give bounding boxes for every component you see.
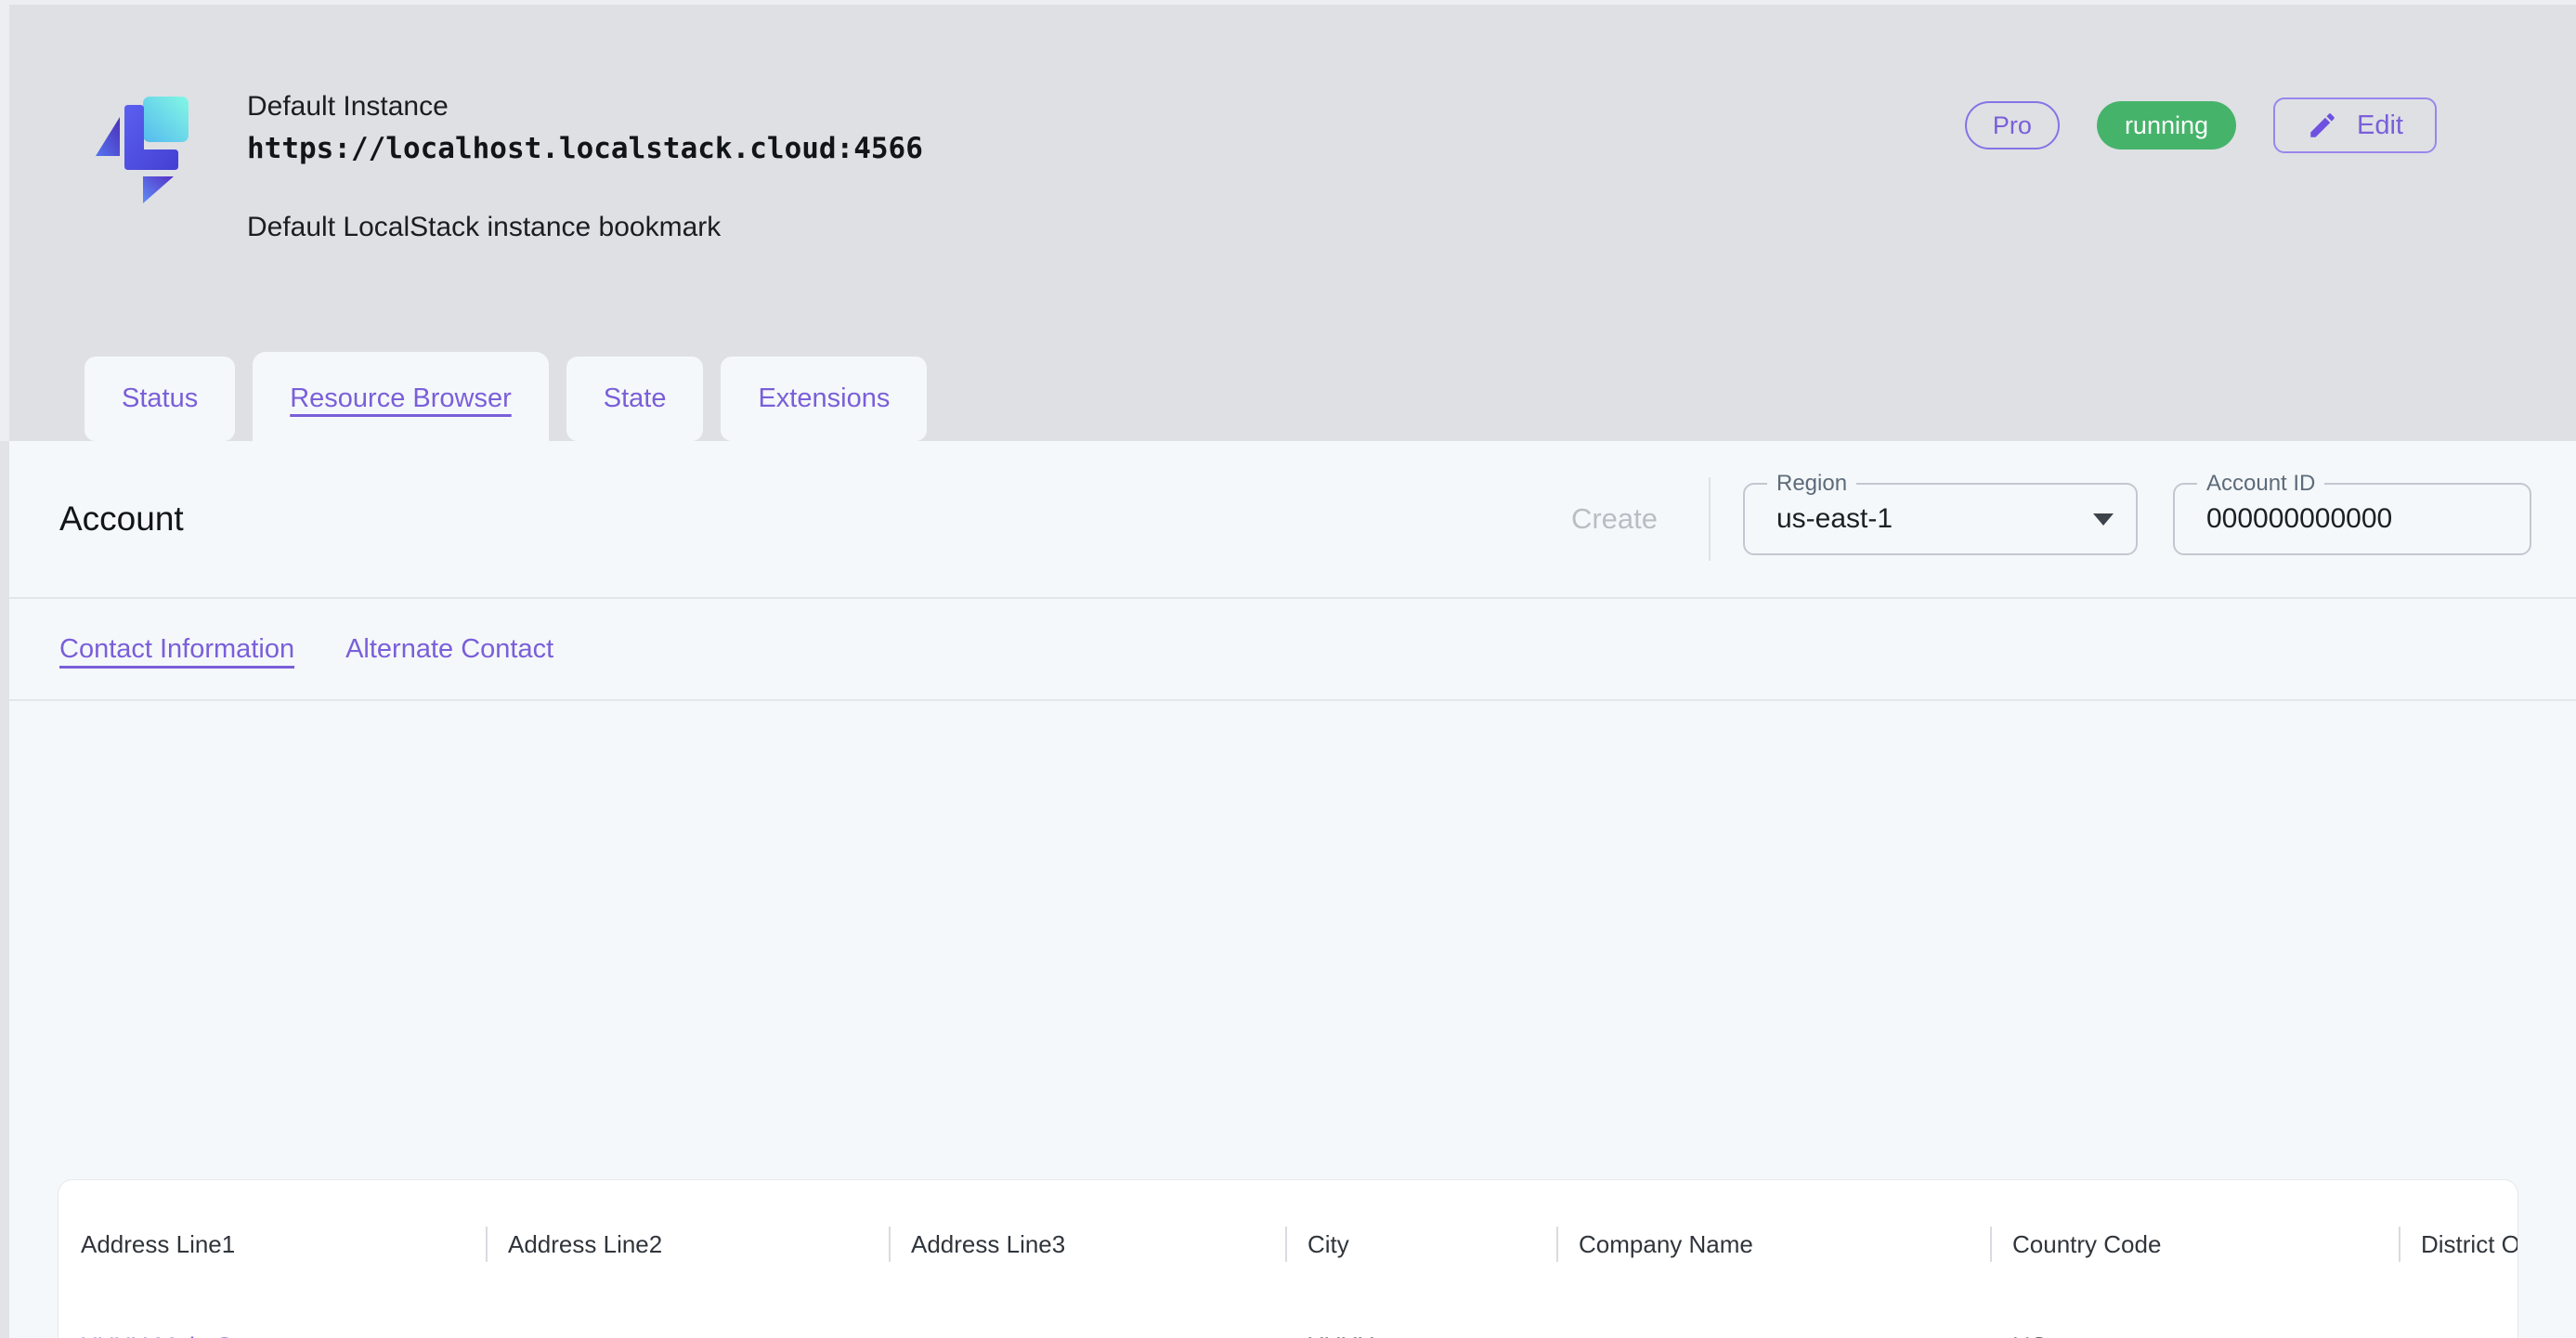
toolbar-controls: Create Region us-east-1 Account ID 00000… (1571, 477, 2531, 561)
table-scroll-area: Address Line1 Address Line2 Address Line… (59, 1180, 2517, 1338)
region-select[interactable]: Region us-east-1 (1743, 483, 2138, 555)
window-left-edge (0, 0, 9, 441)
cell-address-line3 (889, 1278, 1285, 1338)
status-badge: running (2097, 101, 2236, 149)
cell-city: XXXX (1285, 1278, 1556, 1338)
pencil-icon (2307, 110, 2338, 141)
tab-extensions[interactable]: Extensions (721, 357, 927, 441)
region-select-label: Region (1767, 471, 1856, 497)
page-title: Account (59, 500, 184, 539)
instance-title: Default Instance (247, 88, 923, 124)
window-top-edge (0, 0, 2576, 5)
instance-subtitle: Default LocalStack instance bookmark (247, 212, 923, 243)
cell-country-code: US (1990, 1278, 2399, 1338)
tab-status[interactable]: Status (85, 357, 235, 441)
account-id-field[interactable]: Account ID 000000000000 (2173, 483, 2531, 555)
tab-state[interactable]: State (566, 357, 704, 441)
instance-text-block: Default Instance https://localhost.local… (247, 88, 923, 243)
instance-url: https://localhost.localstack.cloud:4566 (247, 132, 923, 165)
subtab-alternate-contact[interactable]: Alternate Contact (345, 634, 553, 665)
edit-button[interactable]: Edit (2273, 97, 2437, 153)
chevron-down-icon (2093, 513, 2114, 526)
instance-tabs: Status Resource Browser State Extensions (85, 352, 927, 445)
table-row[interactable]: XXXX Main St XXXX US (59, 1278, 2517, 1338)
tab-resource-browser[interactable]: Resource Browser (253, 352, 549, 445)
cell-address-line2 (486, 1278, 889, 1338)
column-header[interactable]: Country Code (1990, 1211, 2399, 1278)
edit-button-label: Edit (2357, 110, 2403, 141)
pro-badge: Pro (1965, 101, 2060, 149)
contact-information-card: Address Line1 Address Line2 Address Line… (58, 1179, 2518, 1338)
account-id-value: 000000000000 (2206, 503, 2507, 535)
localstack-instance-page: Default Instance https://localhost.local… (0, 0, 2576, 1338)
instance-identity: Default Instance https://localhost.local… (93, 88, 923, 243)
column-header[interactable]: City (1285, 1211, 1556, 1278)
window-left-edge-lower (0, 441, 9, 1338)
table-header-row: Address Line1 Address Line2 Address Line… (59, 1211, 2517, 1278)
contact-information-table: Address Line1 Address Line2 Address Line… (59, 1211, 2517, 1338)
instance-actions: Pro running Edit (1965, 88, 2437, 153)
account-subtabs: Contact Information Alternate Contact (0, 599, 2576, 701)
column-header[interactable]: Address Line1 (59, 1211, 486, 1278)
column-header[interactable]: Address Line2 (486, 1211, 889, 1278)
account-id-label: Account ID (2197, 471, 2324, 497)
create-button[interactable]: Create (1571, 502, 1709, 536)
cell-district (2399, 1278, 2517, 1338)
column-header[interactable]: Company Name (1556, 1211, 1990, 1278)
cell-company-name (1556, 1278, 1990, 1338)
resource-toolbar: Account Create Region us-east-1 Account … (0, 441, 2576, 599)
column-header[interactable]: Address Line3 (889, 1211, 1285, 1278)
resource-browser-panel: Account Create Region us-east-1 Account … (0, 441, 2576, 1338)
region-select-value: us-east-1 (1776, 503, 2093, 535)
localstack-logo-icon (93, 88, 202, 203)
toolbar-divider (1709, 477, 1711, 561)
address-line1-link[interactable]: XXXX Main St (81, 1332, 240, 1338)
subtab-contact-information[interactable]: Contact Information (59, 634, 294, 665)
column-header[interactable]: District Or (2399, 1211, 2517, 1278)
instance-header: Default Instance https://localhost.local… (0, 0, 2576, 357)
